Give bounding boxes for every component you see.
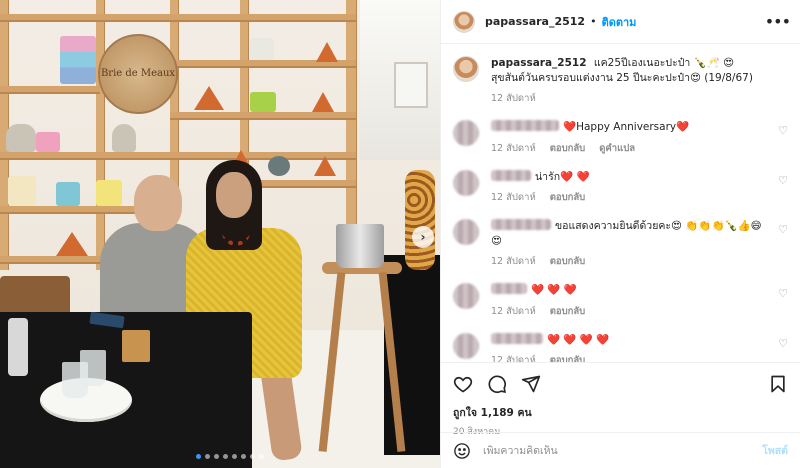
carousel-dot (196, 454, 201, 459)
comment-time: 12 สัปดาห์ (491, 354, 536, 362)
blurred-username[interactable] (491, 120, 559, 132)
comment-text: ❤️Happy Anniversary❤️ (563, 121, 690, 134)
heart-outline-icon: ♡ (778, 222, 788, 236)
comment-like-button[interactable]: ♡ (778, 337, 788, 350)
photo-chair (0, 276, 70, 316)
carousel-dot (223, 454, 228, 459)
comment-item: น่ารัก❤️ ❤️ 12 สัปดาห์ ตอบกลับ ♡ (453, 169, 788, 205)
carousel-dot (232, 454, 237, 459)
comment-text: ❤️ ❤️ ❤️ (531, 284, 577, 297)
reply-button[interactable]: ตอบกลับ (550, 304, 586, 319)
post-header: papassara_2512 • ติดตาม ••• (441, 0, 800, 44)
post-comment-button[interactable]: โพสต์ (762, 442, 788, 459)
carousel-next-button[interactable]: › (412, 226, 434, 248)
comment-like-button[interactable]: ♡ (778, 223, 788, 236)
avatar[interactable] (453, 169, 479, 196)
header-username[interactable]: papassara_2512 (485, 15, 585, 28)
photo-stool (318, 262, 412, 452)
photo-brie-sign: Brie de Meaux (98, 34, 178, 114)
comment-time: 12 สัปดาห์ (491, 142, 536, 154)
heart-outline-icon: ♡ (778, 287, 788, 301)
photo-napkin-holder (122, 330, 150, 362)
post-actions: ถูกใจ 1,189 คน 20 สิงหาคม (441, 362, 800, 437)
photo-glass (80, 350, 106, 386)
more-options-button[interactable]: ••• (764, 12, 791, 31)
heart-outline-icon: ♡ (778, 124, 788, 138)
carousel-dot (259, 454, 264, 459)
post-side-panel: papassara_2512 • ติดตาม ••• papassara_25… (440, 0, 800, 468)
blurred-username[interactable] (491, 332, 543, 344)
chevron-right-icon: › (420, 230, 426, 244)
instagram-post-modal: Brie de Meaux › papassara_2512 • ติดตาม … (0, 0, 800, 468)
avatar[interactable] (453, 283, 479, 310)
add-comment-bar: โพสต์ (441, 432, 800, 468)
photo-giraffe-toy (405, 170, 435, 270)
caption-username[interactable]: papassara_2512 (491, 57, 587, 69)
comments-list[interactable]: papassara_2512 แค25ปีเองเนอะปะป๋า 🍾🥂 😍 ส… (441, 44, 800, 362)
comment-input[interactable] (483, 444, 763, 457)
comment-text: ❤️ ❤️ ❤️ ❤️ (547, 333, 610, 346)
avatar[interactable] (453, 56, 479, 82)
comment-time: 12 สัปดาห์ (491, 305, 536, 317)
photo-picture-frame (394, 62, 428, 108)
carousel-dot (214, 454, 219, 459)
avatar[interactable] (453, 218, 479, 245)
avatar[interactable] (453, 332, 479, 359)
blurred-username[interactable] (491, 169, 531, 181)
comment-item: ❤️Happy Anniversary❤️ 12 สัปดาห์ ตอบกลับ… (453, 120, 788, 155)
caption-time: 12 สัปดาห์ (491, 93, 536, 105)
reply-button[interactable]: ตอบกลับ (550, 141, 586, 156)
comment-item: ❤️ ❤️ ❤️ 12 สัปดาห์ ตอบกลับ ♡ (453, 283, 788, 318)
reply-button[interactable]: ตอบกลับ (550, 254, 586, 269)
reply-button[interactable]: ตอบกลับ (550, 190, 586, 205)
comment-item: ขอแสดงความยินดีด้วยคะ😍 👏👏👏🍾👍😄😍 12 สัปดาห… (453, 218, 788, 269)
post-photo[interactable]: Brie de Meaux › (0, 0, 440, 468)
heart-icon[interactable] (453, 374, 473, 394)
comment-like-button[interactable]: ♡ (778, 287, 788, 300)
heart-outline-icon: ♡ (778, 336, 788, 350)
heart-outline-icon: ♡ (778, 173, 788, 187)
photo-tins (60, 36, 96, 84)
emoji-icon[interactable] (453, 442, 471, 460)
carousel-dot (241, 454, 246, 459)
carousel-dot (205, 454, 210, 459)
carousel-dot (250, 454, 255, 459)
comment-time: 12 สัปดาห์ (491, 256, 536, 268)
comment-text: น่ารัก❤️ ❤️ (535, 170, 590, 183)
post-caption: papassara_2512 แค25ปีเองเนอะปะป๋า 🍾🥂 😍 ส… (453, 56, 788, 106)
photo-bottle (8, 318, 28, 376)
carousel-dots (196, 454, 264, 459)
comment-time: 12 สัปดาห์ (491, 191, 536, 203)
reply-button[interactable]: ตอบกลับ (550, 353, 586, 362)
header-separator: • (590, 15, 597, 28)
likes-count[interactable]: ถูกใจ 1,189 คน (453, 404, 788, 421)
photo-ice-bucket (336, 224, 384, 268)
follow-button[interactable]: ติดตาม (602, 13, 637, 31)
bookmark-icon[interactable] (768, 374, 788, 394)
avatar[interactable] (453, 120, 479, 147)
comment-item: ❤️ ❤️ ❤️ ❤️ 12 สัปดาห์ ตอบกลับ ♡ (453, 332, 788, 362)
comment-like-button[interactable]: ♡ (778, 124, 788, 137)
see-translation-button[interactable]: ดูคำแปล (599, 141, 635, 156)
comment-like-button[interactable]: ♡ (778, 174, 788, 187)
comment-icon[interactable] (487, 374, 507, 394)
blurred-username[interactable] (491, 218, 551, 230)
avatar[interactable] (453, 10, 475, 33)
blurred-username[interactable] (491, 283, 527, 295)
share-icon[interactable] (521, 374, 541, 394)
more-horizontal-icon: ••• (764, 12, 791, 31)
